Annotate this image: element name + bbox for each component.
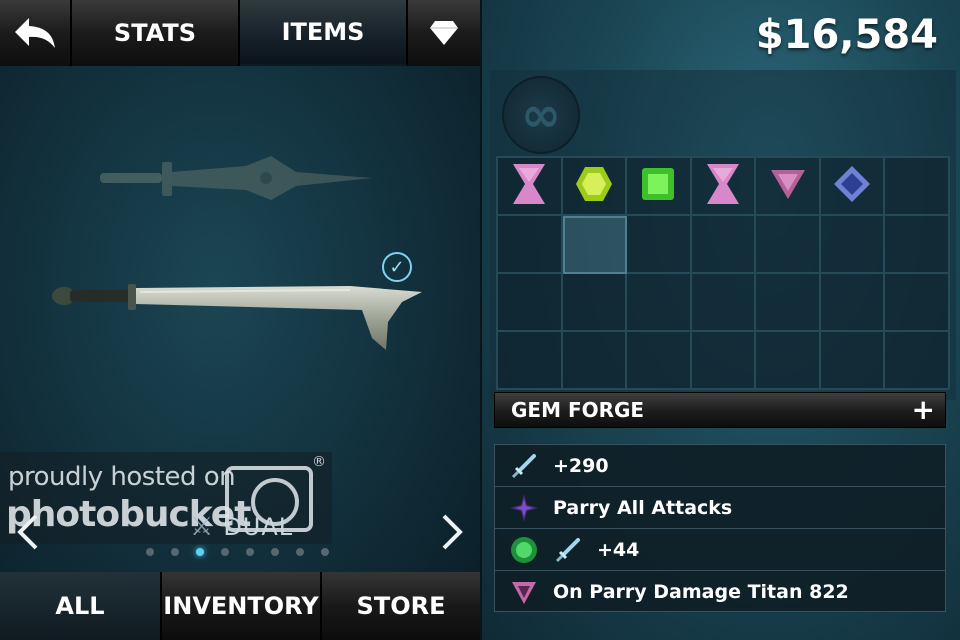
stat-row-gem-bonus: +44 [495,529,945,571]
gem-slot[interactable] [562,216,628,274]
stat-damage-value: +290 [553,454,609,477]
previous-item-button[interactable] [16,512,40,559]
weapon-stats-list: +290 Parry All Attacks +44 On Parry Dama… [494,444,946,612]
gem-slot[interactable] [627,158,692,216]
chevron-right-icon [442,514,463,550]
stat-row-parry: Parry All Attacks [495,487,945,529]
gem-slot[interactable] [498,216,563,274]
gem-slot[interactable] [885,158,950,216]
triangle-gem-icon [769,167,807,205]
chevron-left-icon [17,514,38,550]
page-dot[interactable] [271,548,279,556]
gem-slot[interactable] [562,158,628,216]
gem-slot[interactable] [885,274,950,332]
gem-slot[interactable] [498,274,563,332]
gem-forge-label: GEM FORGE [511,398,645,422]
gem-inventory-grid [496,156,950,390]
item-preview-panel: STATS ITEMS ✓ proudly hosted on photobuc… [0,0,480,640]
currency-balance: $16,584 [755,12,938,58]
gem-slot[interactable] [756,216,821,274]
stat-gem-bonus-value: +44 [597,538,640,561]
gem-slot[interactable] [691,158,757,216]
page-indicator [146,548,329,556]
page-dot[interactable] [146,548,154,556]
tab-items[interactable]: ITEMS [240,0,408,66]
weapon-type-text: DUAL [223,513,294,541]
hourglass-gem-icon [703,162,743,210]
diamond-icon [430,21,458,45]
gem-slot[interactable] [820,158,886,216]
gem-slot[interactable] [691,332,757,390]
tab-all[interactable]: ALL [0,572,160,640]
hexagon-gem-icon [574,164,614,208]
tab-stats[interactable]: STATS [72,0,240,66]
back-arrow-icon [15,18,55,48]
page-dot[interactable] [321,548,329,556]
gem-shop-button[interactable] [408,0,480,66]
gem-slot[interactable] [691,274,757,332]
gem-slot[interactable] [885,332,950,390]
gem-slot[interactable] [562,274,628,332]
sword-icon [509,451,539,481]
tab-inventory[interactable]: INVENTORY [160,572,320,640]
sword-icon [553,535,583,565]
gem-slot[interactable] [627,274,692,332]
tab-store[interactable]: STORE [320,572,480,640]
watermark-text-line1: proudly hosted on [8,462,236,492]
hourglass-gem-icon [509,162,549,210]
gem-slot[interactable] [627,332,692,390]
gem-slot[interactable] [820,332,886,390]
infinity-icon: ∞ [502,76,580,154]
next-item-button[interactable] [440,512,464,559]
stat-row-parry-damage: On Parry Damage Titan 822 [495,571,945,613]
stat-parry-damage-text: On Parry Damage Titan 822 [553,581,849,603]
weapon-type-label: ⚔ DUAL [190,512,293,542]
scimitar-weapon[interactable] [50,262,430,358]
dagger-preview-faded[interactable] [96,150,376,210]
gem-slot[interactable] [820,274,886,332]
gem-slot[interactable] [498,332,563,390]
page-dot[interactable] [296,548,304,556]
gem-slot[interactable] [562,332,628,390]
gem-slot[interactable] [820,216,886,274]
pink-triangle-icon [509,577,539,607]
page-dot[interactable] [246,548,254,556]
green-gem-icon [509,535,539,565]
gem-slot[interactable] [756,274,821,332]
purple-star-icon [509,493,539,523]
registered-mark: ® [312,454,326,470]
gem-socket-panel: ∞ [490,70,956,400]
page-dot[interactable] [196,548,204,556]
stat-row-damage: +290 [495,445,945,487]
gem-slot[interactable] [691,216,757,274]
diamond-gem-icon [832,164,872,208]
gem-slot[interactable] [627,216,692,274]
check-circle-icon: ✓ [382,252,412,282]
bottom-tab-bar: ALL INVENTORY STORE [0,572,480,640]
gem-slot[interactable] [885,216,950,274]
gem-slot[interactable] [756,332,821,390]
square-gem-icon [640,166,676,206]
top-nav-bar: STATS ITEMS [0,0,480,66]
gem-slot[interactable] [756,158,821,216]
gem-slot[interactable] [498,158,563,216]
gem-forge-button[interactable]: GEM FORGE + [494,392,946,428]
page-dot[interactable] [171,548,179,556]
stat-parry-text: Parry All Attacks [553,496,733,519]
crossed-swords-icon: ⚔ [190,512,214,542]
page-dot[interactable] [221,548,229,556]
plus-icon: + [911,393,935,426]
back-button[interactable] [0,0,72,66]
